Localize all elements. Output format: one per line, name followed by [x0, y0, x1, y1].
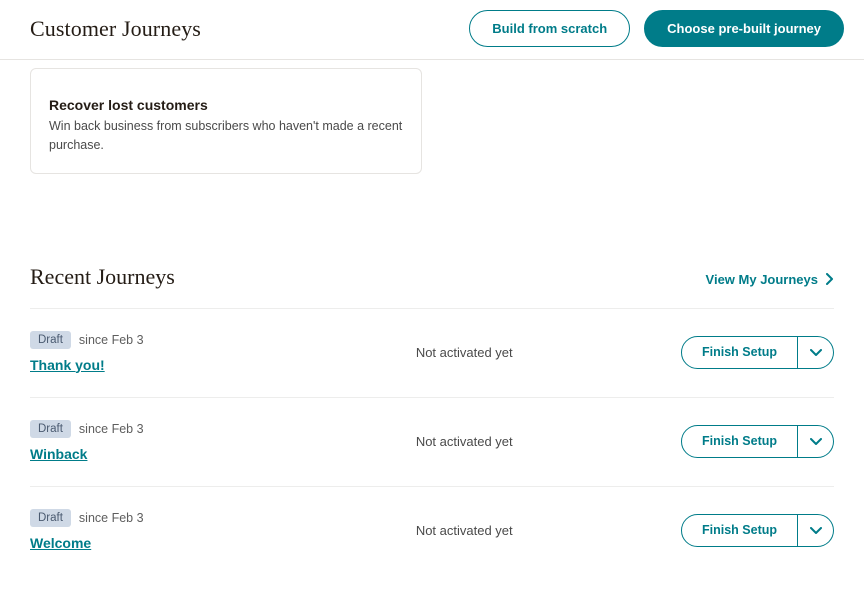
section-header: Recent Journeys View My Journeys	[30, 264, 834, 290]
view-my-journeys-link[interactable]: View My Journeys	[706, 272, 834, 287]
top-actions: Build from scratch Choose pre-built jour…	[469, 10, 844, 47]
journey-activation-status: Not activated yet	[416, 345, 681, 360]
journey-actions: Finish Setup	[681, 425, 834, 458]
finish-setup-button[interactable]: Finish Setup	[681, 336, 798, 369]
since-text: since Feb 3	[79, 333, 144, 347]
status-badge: Draft	[30, 509, 71, 527]
journey-name-link[interactable]: Winback	[30, 446, 87, 462]
card-title: Recover lost customers	[49, 97, 403, 113]
journeys-list: Draft since Feb 3 Thank you! Not activat…	[30, 308, 834, 575]
page-title: Customer Journeys	[30, 16, 201, 42]
finish-setup-button[interactable]: Finish Setup	[681, 425, 798, 458]
journey-more-button[interactable]	[798, 514, 834, 547]
choose-prebuilt-button[interactable]: Choose pre-built journey	[644, 10, 844, 47]
chevron-down-icon	[810, 527, 822, 535]
content-area: Recover lost customers Win back business…	[0, 68, 864, 605]
card-description: Win back business from subscribers who h…	[49, 117, 403, 155]
journey-row: Draft since Feb 3 Winback Not activated …	[30, 397, 834, 486]
journey-status-line: Draft since Feb 3	[30, 331, 416, 349]
journey-more-button[interactable]	[798, 336, 834, 369]
journey-activation-status: Not activated yet	[416, 523, 681, 538]
journey-status-line: Draft since Feb 3	[30, 420, 416, 438]
journey-status-line: Draft since Feb 3	[30, 509, 416, 527]
journey-left: Draft since Feb 3 Thank you!	[30, 331, 416, 375]
journey-left: Draft since Feb 3 Welcome	[30, 509, 416, 553]
template-card[interactable]: Recover lost customers Win back business…	[30, 68, 422, 174]
journey-row: Draft since Feb 3 Welcome Not activated …	[30, 486, 834, 575]
journey-name-link[interactable]: Welcome	[30, 535, 91, 551]
since-text: since Feb 3	[79, 511, 144, 525]
journey-activation-status: Not activated yet	[416, 434, 681, 449]
journey-actions: Finish Setup	[681, 336, 834, 369]
since-text: since Feb 3	[79, 422, 144, 436]
journey-more-button[interactable]	[798, 425, 834, 458]
finish-setup-button[interactable]: Finish Setup	[681, 514, 798, 547]
card-thumbnail-placeholder	[49, 85, 403, 91]
view-my-journeys-label: View My Journeys	[706, 272, 818, 287]
journey-actions: Finish Setup	[681, 514, 834, 547]
section-title: Recent Journeys	[30, 264, 175, 290]
journey-name-link[interactable]: Thank you!	[30, 357, 105, 373]
top-bar: Customer Journeys Build from scratch Cho…	[0, 0, 864, 60]
build-from-scratch-button[interactable]: Build from scratch	[469, 10, 630, 47]
chevron-down-icon	[810, 349, 822, 357]
journey-left: Draft since Feb 3 Winback	[30, 420, 416, 464]
chevron-right-icon	[826, 273, 834, 285]
journey-row: Draft since Feb 3 Thank you! Not activat…	[30, 308, 834, 397]
status-badge: Draft	[30, 420, 71, 438]
chevron-down-icon	[810, 438, 822, 446]
status-badge: Draft	[30, 331, 71, 349]
